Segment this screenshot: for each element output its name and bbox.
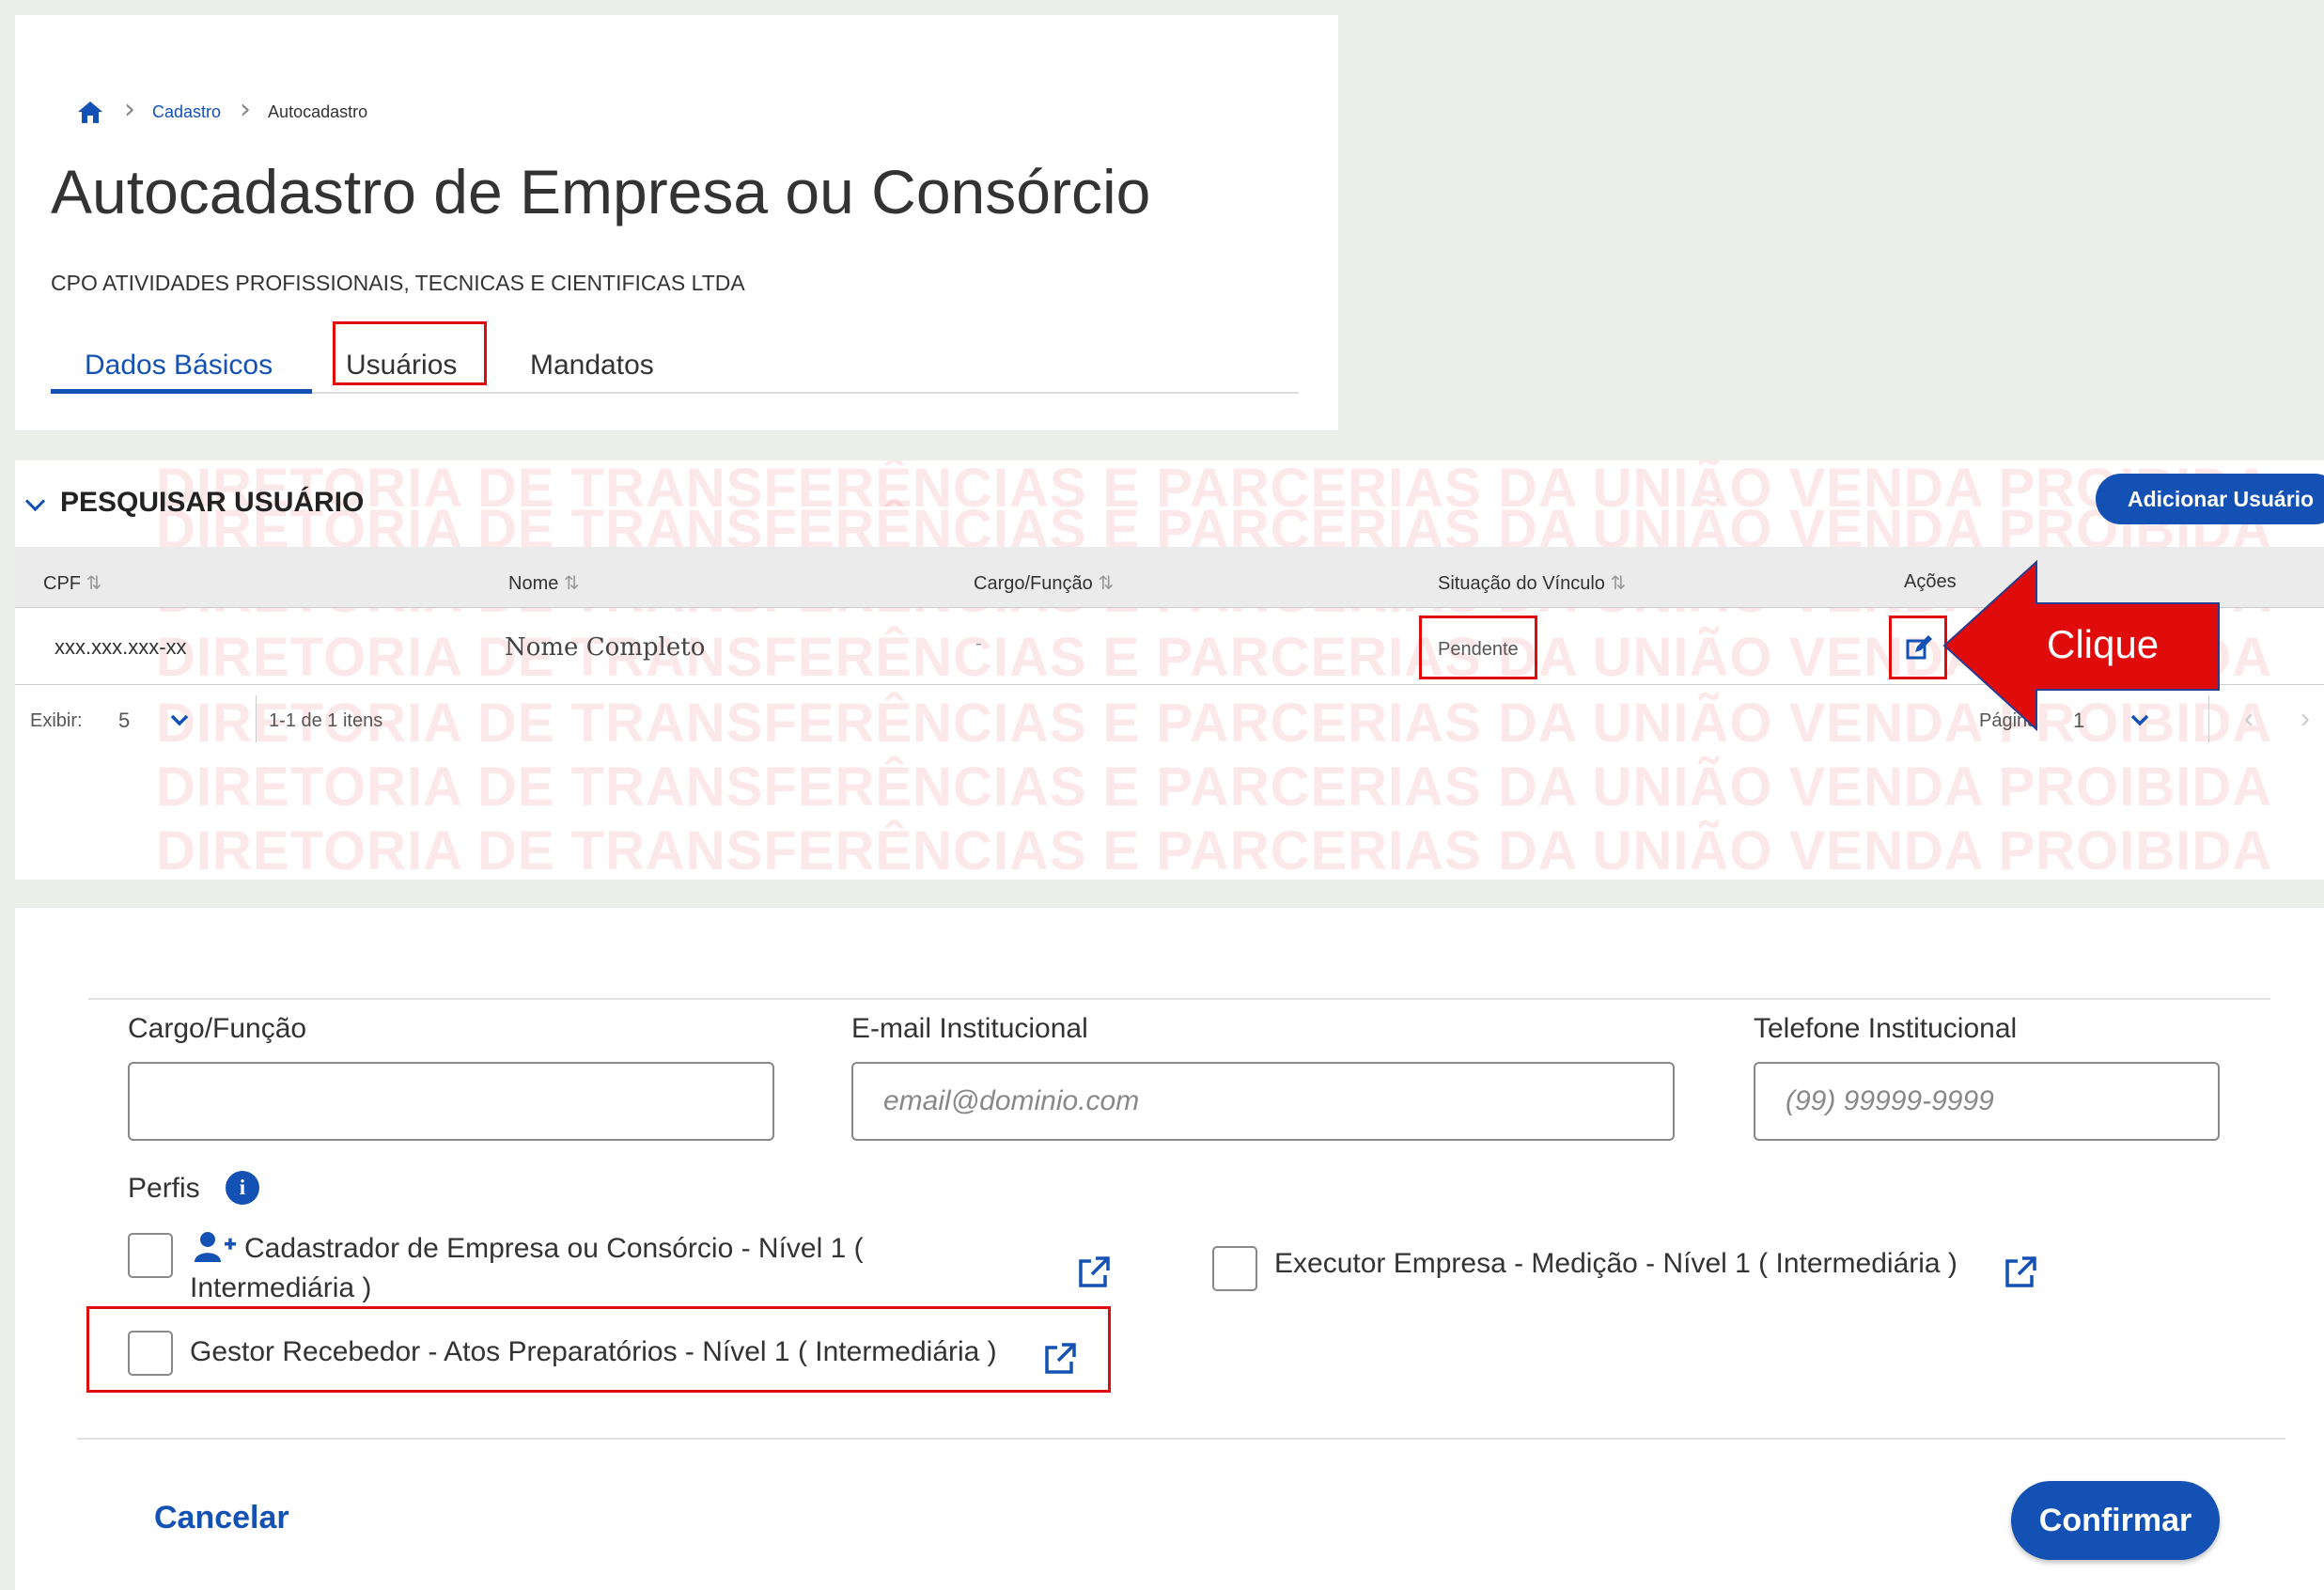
column-header-situacao[interactable]: Situação do Vínculo ⇅ bbox=[1438, 571, 1626, 595]
sort-icon: ⇅ bbox=[86, 573, 102, 594]
company-name: CPO ATIVIDADES PROFISSIONAIS, TECNICAS E… bbox=[51, 271, 745, 295]
page-title: Autocadastro de Empresa ou Consórcio bbox=[51, 157, 1151, 226]
cancel-button[interactable]: Cancelar bbox=[154, 1500, 289, 1536]
breadcrumb: › Cadastro › Autocadastro bbox=[77, 96, 367, 128]
column-header-cargo[interactable]: Cargo/Função ⇅ bbox=[974, 571, 1114, 595]
cell-nome: Nome Completo bbox=[505, 633, 706, 662]
footer-divider bbox=[256, 695, 257, 742]
form-top-divider bbox=[88, 998, 2270, 1000]
active-tab-indicator bbox=[51, 389, 312, 394]
home-icon[interactable] bbox=[77, 100, 103, 124]
cargo-label: Cargo/Função bbox=[128, 1013, 307, 1044]
column-header-cpf[interactable]: CPF ⇅ bbox=[43, 571, 101, 595]
email-input[interactable] bbox=[851, 1062, 1675, 1141]
tab-mandatos[interactable]: Mandatos bbox=[530, 350, 654, 382]
highlight-usuarios-tab bbox=[333, 321, 487, 385]
column-header-nome[interactable]: Nome ⇅ bbox=[508, 571, 580, 595]
perfis-label: Perfis bbox=[128, 1173, 200, 1204]
perfil-label-executor: Executor Empresa - Medição - Nível 1 ( I… bbox=[1274, 1248, 1957, 1279]
external-link-icon[interactable] bbox=[1077, 1255, 1111, 1289]
external-link-icon[interactable] bbox=[2004, 1255, 2037, 1289]
highlight-gestor bbox=[86, 1306, 1111, 1393]
telefone-label: Telefone Institucional bbox=[1754, 1013, 2018, 1044]
user-form-panel: Cargo/Função E-mail Institucional Telefo… bbox=[15, 908, 2324, 1590]
breadcrumb-cadastro[interactable]: Cadastro bbox=[152, 102, 221, 122]
page-header-panel: › Cadastro › Autocadastro Autocadastro d… bbox=[15, 15, 1338, 430]
highlight-status bbox=[1419, 616, 1537, 679]
watermark: DIRETORIA DE TRANSFERÊNCIAS E PARCERIAS … bbox=[156, 820, 2273, 880]
collapse-chevron-icon[interactable] bbox=[24, 491, 46, 512]
tab-dados-basicos[interactable]: Dados Básicos bbox=[85, 350, 273, 382]
cargo-input[interactable] bbox=[128, 1062, 774, 1141]
confirm-button[interactable]: Confirmar bbox=[2011, 1481, 2220, 1560]
callout-label: Clique bbox=[2047, 622, 2160, 666]
perfil-checkbox-executor[interactable] bbox=[1212, 1246, 1257, 1291]
show-label: Exibir: bbox=[30, 710, 83, 731]
chevron-right-icon: › bbox=[124, 93, 135, 126]
perfil-label-cadastrador: Cadastrador de Empresa ou Consórcio - Ní… bbox=[244, 1233, 864, 1264]
prev-page-icon[interactable]: ‹ bbox=[2244, 703, 2254, 735]
page-size-select[interactable]: 5 bbox=[118, 709, 130, 733]
cell-cargo: - bbox=[975, 633, 982, 654]
breadcrumb-autocadastro: Autocadastro bbox=[268, 101, 368, 121]
form-bottom-divider bbox=[77, 1438, 2285, 1440]
items-count: 1-1 de 1 itens bbox=[269, 710, 383, 731]
next-page-icon[interactable]: › bbox=[2301, 703, 2310, 735]
highlight-edit bbox=[1889, 616, 1947, 679]
email-label: E-mail Institucional bbox=[851, 1013, 1088, 1044]
chevron-right-icon: › bbox=[240, 93, 252, 126]
telefone-input[interactable] bbox=[1754, 1062, 2220, 1141]
add-user-button[interactable]: Adicionar Usuário bbox=[2096, 474, 2324, 524]
section-title: PESQUISAR USUÁRIO bbox=[60, 487, 365, 518]
chevron-down-icon[interactable] bbox=[169, 712, 190, 727]
perfil-checkbox-cadastrador[interactable] bbox=[128, 1233, 173, 1278]
sort-icon: ⇅ bbox=[1610, 573, 1627, 594]
watermark: DIRETORIA DE TRANSFERÊNCIAS E PARCERIAS … bbox=[156, 756, 2273, 818]
user-plus-icon bbox=[195, 1232, 236, 1262]
cell-cpf: xxx.xxx.xxx-xx bbox=[55, 635, 187, 659]
watermark: DIRETORIA DE TRANSFERÊNCIAS E PARCERIAS … bbox=[156, 460, 2273, 519]
perfil-label-cadastrador-cont: Intermediária ) bbox=[190, 1272, 372, 1303]
sort-icon: ⇅ bbox=[563, 573, 580, 594]
sort-icon: ⇅ bbox=[1098, 573, 1115, 594]
info-icon[interactable]: i bbox=[226, 1171, 259, 1205]
